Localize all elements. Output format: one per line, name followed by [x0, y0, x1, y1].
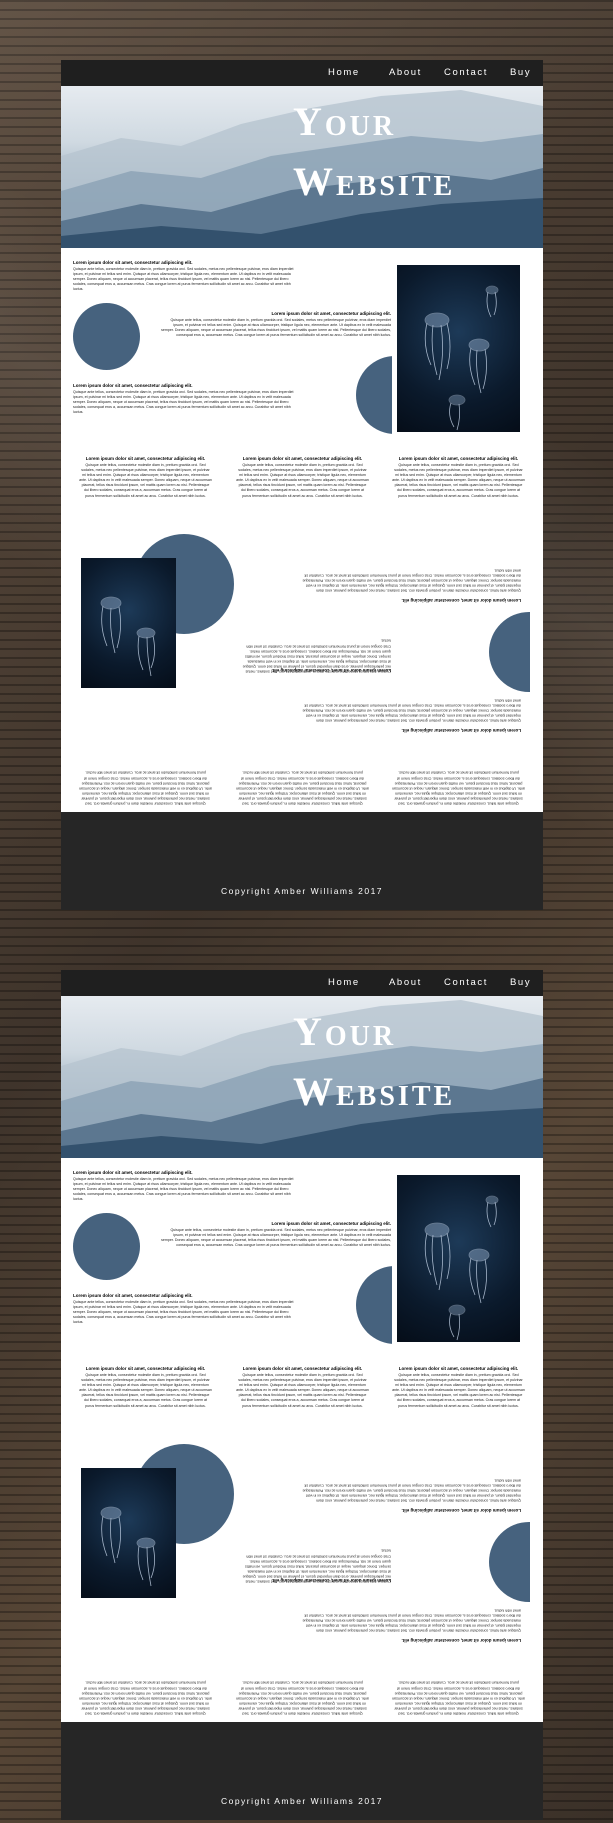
section-heading-flipped: Lorem ipsum dolor sit amet, consectetur … [401, 1508, 521, 1513]
section-heading: Lorem ipsum dolor sit amet, consectetur … [73, 1293, 193, 1298]
hero-banner: Your Website [61, 86, 543, 248]
column-heading: Lorem ipsum dolor sit amet, consectetur … [85, 1366, 206, 1371]
section-paragraph-flipped: Quisque ante tellus, consectetur molesti… [242, 1549, 391, 1584]
section-paragraph: Quisque ante tellus, consectetur molesti… [73, 1300, 294, 1325]
column-paragraph: Quisque ante tellus, consectetur molesti… [79, 1373, 212, 1408]
column-paragraph-flipped: Quisque ante tellus, consectetur molesti… [392, 771, 525, 806]
section-paragraph-flipped: Quisque ante tellus, consectetur molesti… [302, 1608, 521, 1633]
nav-about[interactable]: About [389, 977, 422, 988]
section-paragraph-flipped: Quisque ante tellus, consectetur molesti… [302, 698, 521, 723]
column-heading: Lorem ipsum dolor sit amet, consectetur … [242, 1366, 363, 1371]
accent-circle [73, 303, 140, 370]
hero-title-line2: Website [293, 1069, 456, 1114]
column-paragraph-flipped: Quisque ante tellus, consectetur molesti… [392, 1681, 525, 1716]
section-paragraph: Quisque ante tellus, consectetur molesti… [73, 267, 294, 292]
hero-title-line1: Your [293, 99, 397, 144]
section-heading: Lorem ipsum dolor sit amet, consectetur … [73, 1170, 193, 1175]
section-paragraph-flipped: Quisque ante tellus, consectetur molesti… [242, 639, 391, 674]
accent-circle [73, 1213, 140, 1280]
column-paragraph: Quisque ante tellus, consectetur molesti… [236, 463, 369, 498]
hero-banner: Your Website [61, 996, 543, 1158]
section-heading: Lorem ipsum dolor sit amet, consectetur … [73, 260, 193, 265]
jellyfish-image [81, 558, 176, 688]
section-paragraph: Quisque ante tellus, consectetur molesti… [73, 390, 294, 415]
accent-half-circle [489, 1522, 530, 1602]
section-paragraph-flipped: Quisque ante tellus, consectetur molesti… [302, 568, 521, 593]
section-paragraph-flipped: Quisque ante tellus, consectetur molesti… [302, 1478, 521, 1503]
section-paragraph: Quisque ante tellus, consectetur molesti… [161, 318, 391, 338]
website-mockup-1: Home About Contact Buy Your Website Lore… [61, 60, 543, 910]
column-paragraph: Quisque ante tellus, consectetur molesti… [392, 463, 525, 498]
nav-contact[interactable]: Contact [444, 67, 488, 78]
hero-title-line1: Your [293, 1009, 397, 1054]
column-heading: Lorem ipsum dolor sit amet, consectetur … [398, 456, 519, 461]
section-heading: Lorem ipsum dolor sit amet, consectetur … [271, 1221, 391, 1226]
nav-about[interactable]: About [389, 67, 422, 78]
section-heading-flipped: Lorem ipsum dolor sit amet, consectetur … [401, 598, 521, 603]
section-heading: Lorem ipsum dolor sit amet, consectetur … [271, 311, 391, 316]
section-paragraph: Quisque ante tellus, consectetur molesti… [73, 1177, 294, 1202]
nav-home[interactable]: Home [328, 67, 360, 78]
section-paragraph: Quisque ante tellus, consectetur molesti… [161, 1228, 391, 1248]
column-paragraph-flipped: Quisque ante tellus, consectetur molesti… [79, 771, 212, 806]
column-paragraph-flipped: Quisque ante tellus, consectetur molesti… [236, 1681, 369, 1716]
hero-title-line2: Website [293, 159, 456, 204]
section-heading: Lorem ipsum dolor sit amet, consectetur … [73, 383, 193, 388]
nav-contact[interactable]: Contact [444, 977, 488, 988]
top-nav: Home About Contact Buy [61, 970, 543, 996]
column-paragraph: Quisque ante tellus, consectetur molesti… [236, 1373, 369, 1408]
jellyfish-image [397, 1175, 520, 1342]
top-nav: Home About Contact Buy [61, 60, 543, 86]
website-mockup-2: Home About Contact Buy Your Website Lore… [61, 970, 543, 1820]
jellyfish-image [81, 1468, 176, 1598]
accent-half-circle [489, 612, 530, 692]
accent-half-circle [356, 356, 392, 434]
footer: Copyright Amber Williams 2017 [61, 1722, 543, 1820]
column-heading: Lorem ipsum dolor sit amet, consectetur … [398, 1366, 519, 1371]
accent-half-circle [356, 1266, 392, 1344]
section-heading-flipped: Lorem ipsum dolor sit amet, consectetur … [401, 1638, 521, 1643]
footer-copyright: Copyright Amber Williams 2017 [220, 886, 384, 896]
nav-home[interactable]: Home [328, 977, 360, 988]
nav-buy[interactable]: Buy [510, 67, 531, 78]
column-paragraph: Quisque ante tellus, consectetur molesti… [392, 1373, 525, 1408]
column-heading: Lorem ipsum dolor sit amet, consectetur … [85, 456, 206, 461]
column-heading: Lorem ipsum dolor sit amet, consectetur … [242, 456, 363, 461]
section-heading-flipped: Lorem ipsum dolor sit amet, consectetur … [401, 728, 521, 733]
column-paragraph-flipped: Quisque ante tellus, consectetur molesti… [79, 1681, 212, 1716]
footer: Copyright Amber Williams 2017 [61, 812, 543, 910]
footer-copyright: Copyright Amber Williams 2017 [220, 1796, 384, 1806]
jellyfish-image [397, 265, 520, 432]
nav-buy[interactable]: Buy [510, 977, 531, 988]
column-paragraph-flipped: Quisque ante tellus, consectetur molesti… [236, 771, 369, 806]
column-paragraph: Quisque ante tellus, consectetur molesti… [79, 463, 212, 498]
